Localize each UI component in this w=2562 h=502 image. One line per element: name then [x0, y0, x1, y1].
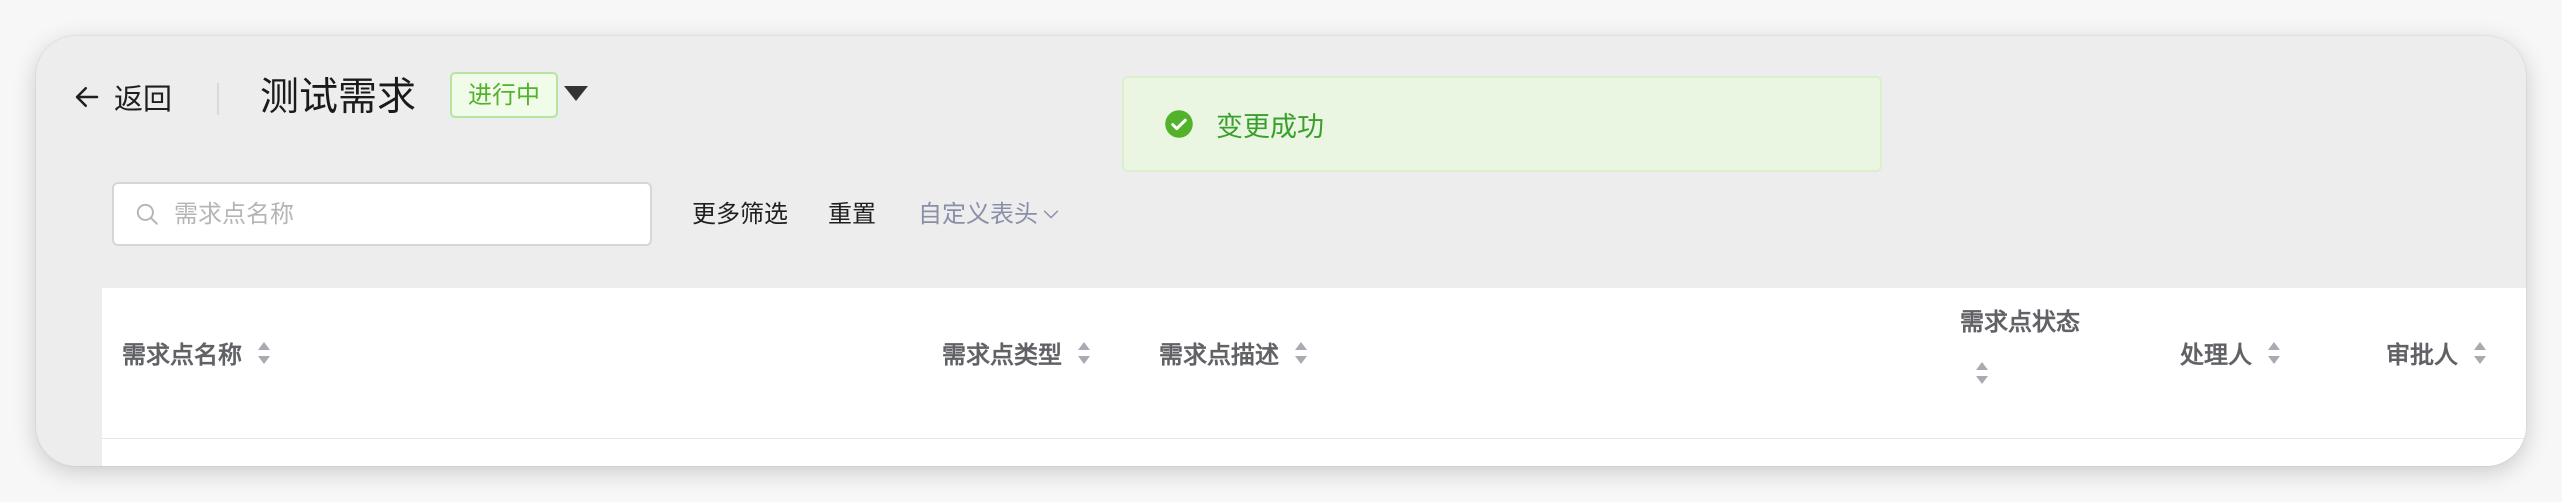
more-filters-button[interactable]: 更多筛选	[692, 194, 788, 234]
column-header-type[interactable]: 需求点类型	[942, 335, 1094, 370]
column-label: 审批人	[2386, 341, 2458, 369]
column-header-handler[interactable]: 处理人	[2180, 335, 2284, 370]
app-window: 返回 测试需求 进行中 变更成功 更多筛选 重置 自定义表头 需求点名称	[36, 36, 2526, 466]
sort-icon[interactable]	[1291, 339, 1311, 367]
status-dropdown-caret-icon[interactable]	[564, 86, 588, 101]
custom-header-label: 自定义表头	[918, 200, 1038, 228]
column-header-approver[interactable]: 审批人	[2386, 335, 2490, 370]
success-toast: 变更成功	[1122, 76, 1882, 172]
column-label: 需求点类型	[942, 341, 1062, 369]
sort-icon[interactable]	[2264, 339, 2284, 367]
column-label: 处理人	[2180, 341, 2252, 369]
status-badge: 进行中	[450, 72, 558, 118]
reset-button[interactable]: 重置	[828, 194, 876, 234]
sort-icon[interactable]	[254, 339, 274, 367]
custom-header-dropdown[interactable]: 自定义表头	[918, 194, 1062, 234]
column-label: 需求点名称	[122, 341, 242, 369]
toast-message: 变更成功	[1216, 111, 1324, 143]
arrow-left-icon	[75, 87, 99, 107]
chevron-down-icon	[1043, 210, 1059, 219]
header-divider	[217, 83, 219, 115]
back-label: 返回	[114, 82, 173, 116]
back-button[interactable]: 返回	[72, 76, 172, 118]
sort-icon[interactable]	[2470, 339, 2490, 367]
search-input[interactable]	[172, 199, 636, 229]
column-header-name[interactable]: 需求点名称	[122, 335, 274, 370]
column-label: 需求点状态	[1960, 308, 2080, 336]
column-header-description[interactable]: 需求点描述	[1159, 335, 1311, 370]
search-icon	[136, 203, 158, 225]
column-label: 需求点描述	[1159, 341, 1279, 369]
page-title: 测试需求	[260, 75, 417, 120]
sort-icon[interactable]	[1074, 339, 1094, 367]
table-header-divider	[102, 438, 2526, 439]
requirements-table: 需求点名称 需求点类型 需求点描述 需求点状态 处理人 审批人	[102, 288, 2526, 466]
column-header-status[interactable]: 需求点状态	[1960, 302, 2080, 387]
search-box[interactable]	[112, 182, 652, 246]
check-circle-icon	[1165, 110, 1193, 138]
sort-icon[interactable]	[1972, 359, 1992, 387]
